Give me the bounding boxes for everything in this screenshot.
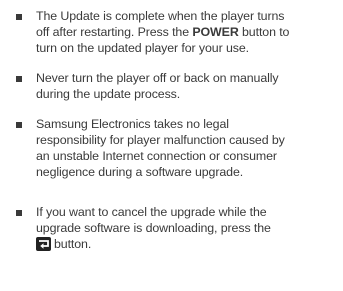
note-line: If you want to cancel the upgrade while …: [36, 205, 267, 219]
note-text: Samsung Electronics takes no legal respo…: [36, 116, 336, 180]
note-line: Never turn the player off or back on man…: [36, 71, 279, 85]
note-text-segment: off after restarting. Press the: [36, 25, 193, 39]
power-button-label: POWER: [192, 25, 239, 39]
note-text: If you want to cancel the upgrade while …: [36, 204, 336, 252]
square-bullet-icon: [16, 122, 22, 128]
note-line: turn on the updated player for your use.: [36, 41, 249, 55]
square-bullet-icon: [16, 210, 22, 216]
note-line: responsibility for player malfunction ca…: [36, 133, 285, 147]
note-text-segment: button to: [238, 25, 290, 39]
note-text-segment: button.: [54, 237, 92, 251]
note-line: Samsung Electronics takes no legal: [36, 117, 229, 131]
note-text: Never turn the player off or back on man…: [36, 70, 336, 102]
note-line: an unstable Internet connection or consu…: [36, 149, 277, 163]
note-text: The Update is complete when the player t…: [36, 8, 336, 56]
square-bullet-icon: [16, 76, 22, 82]
note-line: The Update is complete when the player t…: [36, 9, 285, 23]
note-line: negligence during a software upgrade.: [36, 165, 244, 179]
note-line: upgrade software is downloading, press t…: [36, 221, 271, 235]
square-bullet-icon: [16, 14, 22, 20]
note-line: during the update process.: [36, 87, 181, 101]
note-line: button.: [36, 236, 336, 252]
return-button-icon: [36, 237, 51, 251]
note-line: off after restarting. Press the POWER bu…: [36, 24, 336, 40]
